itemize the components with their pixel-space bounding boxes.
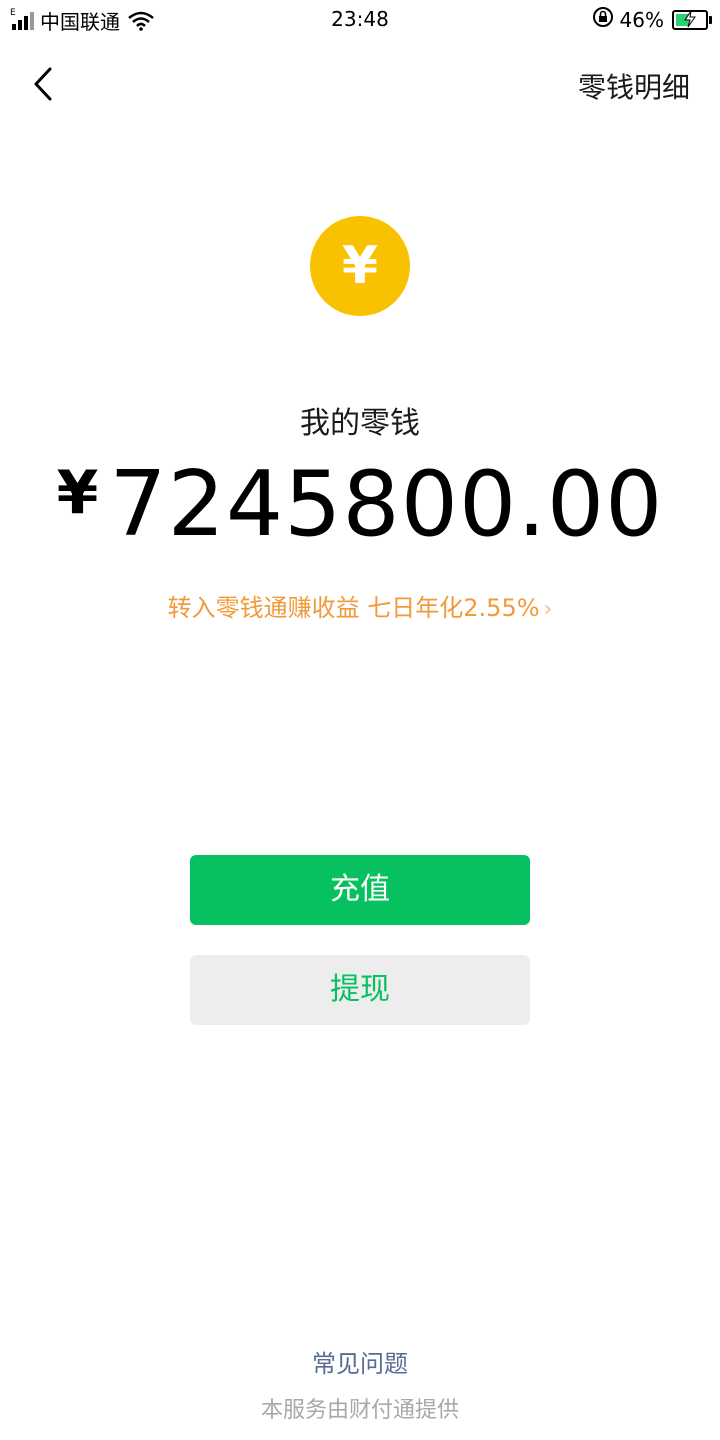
- chevron-left-icon: [34, 67, 52, 101]
- balance-value: 7245800.00: [109, 452, 664, 557]
- rotation-lock-icon: [592, 6, 614, 33]
- status-right: 46%: [592, 6, 712, 33]
- status-bar: E 中国联通 23:48 46%: [0, 0, 720, 40]
- battery-percent: 46%: [619, 7, 664, 32]
- wallet-balance-page: E 中国联通 23:48 46% 零钱明细 ¥ 我的零钱 ¥ 7245800.0…: [0, 0, 720, 1440]
- faq-link[interactable]: 常见问题: [0, 1344, 720, 1379]
- battery-icon: [672, 9, 712, 30]
- balance-amount: ¥7245800.00: [0, 452, 720, 557]
- back-button[interactable]: [28, 64, 60, 104]
- yen-coin-icon: ¥: [310, 216, 410, 316]
- provider-text: 本服务由财付通提供: [260, 1398, 459, 1423]
- promo-text: 转入零钱通赚收益 七日年化2.55%: [167, 594, 540, 622]
- chevron-right-icon: ›: [543, 597, 553, 622]
- recharge-button[interactable]: 充值: [190, 855, 530, 925]
- lingqiantong-promo-link[interactable]: 转入零钱通赚收益 七日年化2.55% ›: [0, 588, 720, 623]
- change-details-link[interactable]: 零钱明细: [578, 66, 690, 106]
- balance-label: 我的零钱: [300, 406, 420, 441]
- currency-symbol: ¥: [56, 458, 100, 528]
- charging-bolt-icon: [684, 10, 696, 27]
- withdraw-button[interactable]: 提现: [190, 955, 530, 1025]
